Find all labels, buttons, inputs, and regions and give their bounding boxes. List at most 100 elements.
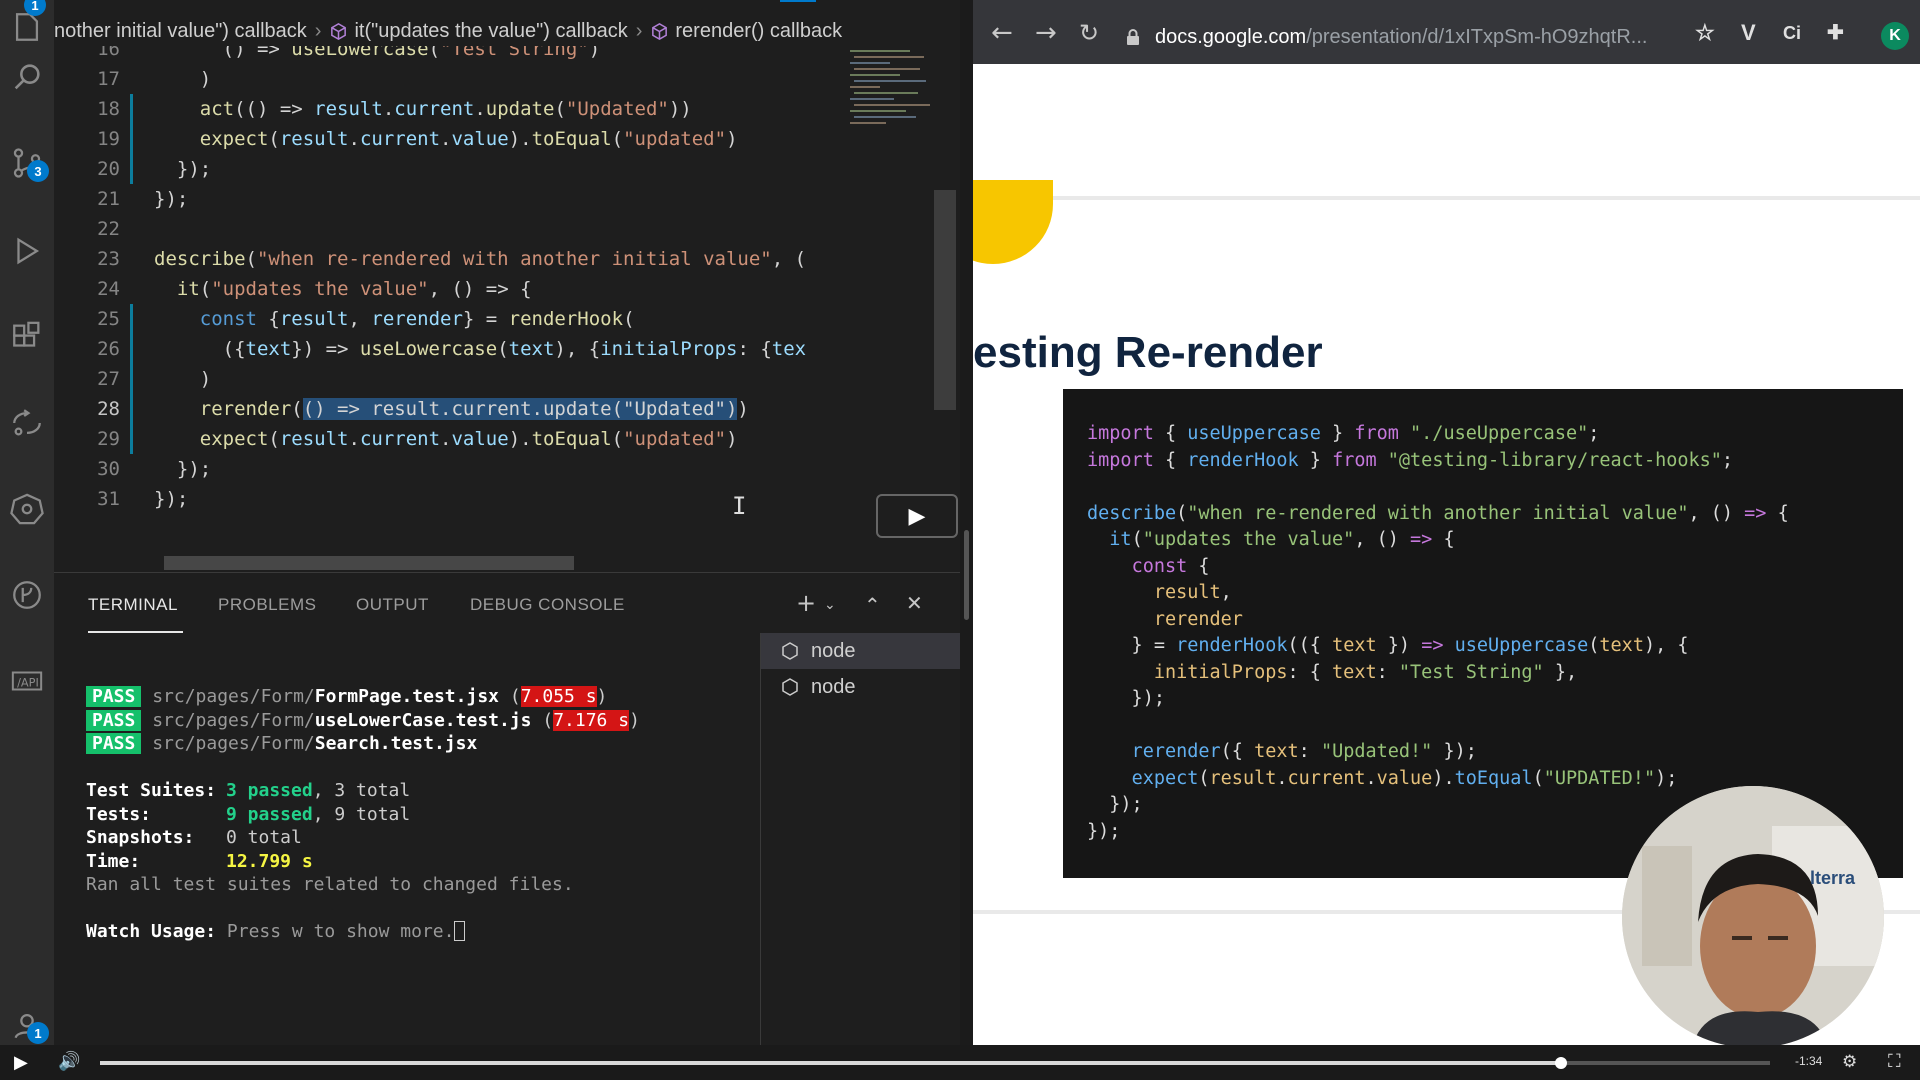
- summary-label: Test Suites:: [86, 780, 217, 801]
- video-play-overlay-button[interactable]: ▶: [876, 494, 958, 538]
- remote-explorer-icon[interactable]: [0, 396, 54, 450]
- slide-code-text: import { useUppercase } from "./useUpper…: [1087, 421, 1789, 845]
- video-progress-handle[interactable]: [1555, 1057, 1568, 1069]
- search-icon[interactable]: [0, 50, 54, 104]
- settings-gear-icon[interactable]: ⚙: [1842, 1052, 1857, 1072]
- divider-handle[interactable]: [964, 530, 969, 620]
- run-debug-icon[interactable]: [0, 224, 54, 278]
- active-tab-underline: [88, 631, 183, 633]
- star-icon[interactable]: ☆: [1695, 22, 1715, 44]
- line-number: 28: [97, 398, 120, 420]
- code-line[interactable]: 28 rerender(() => result.current.update(…: [54, 394, 844, 424]
- code-text: act(() => result.current.update("Updated…: [199, 98, 692, 120]
- test-file-dir: src/pages/Form/: [152, 686, 315, 707]
- breadcrumb-item[interactable]: rerender() callback: [675, 20, 842, 43]
- code-text: const {result, rerender} = renderHook(: [199, 308, 635, 330]
- url-host: docs.google.com: [1155, 25, 1307, 48]
- summary-label: Time:: [86, 850, 141, 872]
- code-line[interactable]: 30 });: [54, 454, 844, 484]
- method-cube-icon: [652, 22, 668, 40]
- code-line[interactable]: 21});: [54, 184, 844, 214]
- breadcrumb-item[interactable]: nother initial value") callback: [54, 20, 307, 43]
- code-line[interactable]: 19 expect(result.current.value).toEqual(…: [54, 124, 844, 154]
- chevron-down-icon[interactable]: ⌄: [824, 597, 836, 613]
- snapshots-value: 0 total: [226, 827, 302, 848]
- code-line[interactable]: 17 ): [54, 64, 844, 94]
- code-editor[interactable]: 16 () => useLowercase("Test String") 17 )…: [54, 46, 844, 570]
- slide-code-line: } = renderHook(({ text }) => useUppercas…: [1087, 635, 1689, 656]
- watch-text: Press w to show more.: [226, 921, 455, 942]
- url-bar[interactable]: docs.google.com/presentation/d/1xITxpSm-…: [1125, 18, 1685, 56]
- git-graph-icon[interactable]: [0, 568, 54, 622]
- code-line[interactable]: 26 ({text}) => useLowercase(text), {init…: [54, 334, 844, 364]
- volume-icon[interactable]: 🔊: [58, 1051, 80, 1072]
- tab-output[interactable]: OUTPUT: [356, 595, 429, 615]
- profile-avatar[interactable]: K: [1881, 22, 1909, 50]
- code-line[interactable]: 27 ): [54, 364, 844, 394]
- suites-passed: 3 passed: [226, 780, 313, 801]
- slide-title: esting Re-render: [973, 328, 1323, 377]
- code-line[interactable]: 22: [54, 214, 844, 244]
- terminal-instance[interactable]: node: [761, 633, 960, 669]
- minimap[interactable]: [846, 46, 936, 146]
- kubernetes-icon[interactable]: [0, 482, 54, 536]
- breadcrumb-item[interactable]: it("updates the value") callback: [354, 20, 627, 43]
- source-control-icon[interactable]: 3: [0, 136, 54, 190]
- reload-icon[interactable]: ↻: [1079, 20, 1099, 46]
- vscode-window: 1 3 /API 1 nother initial value") callba…: [0, 0, 960, 1045]
- terminal-instance-list: node node: [760, 633, 960, 1045]
- code-text: });: [154, 188, 189, 210]
- terminal-instance-label: node: [811, 640, 856, 662]
- code-line[interactable]: 29 expect(result.current.value).toEqual(…: [54, 424, 844, 454]
- line-number: 25: [97, 308, 120, 330]
- terminal-instance[interactable]: node: [761, 669, 960, 705]
- code-text: it("updates the value", () => {: [176, 278, 532, 300]
- slide-code-line: expect(result.current.value).toEqual("UP…: [1131, 767, 1678, 789]
- summary-line: Tests: 9 passed, 9 total: [86, 803, 640, 827]
- slide-code-line: rerender({ text: "Updated!" });: [1131, 741, 1477, 762]
- api-icon[interactable]: /API: [0, 654, 54, 708]
- slide-code-line: import { useUppercase } from "./useUpper…: [1087, 423, 1600, 444]
- code-line[interactable]: 31});: [54, 484, 844, 514]
- fullscreen-icon[interactable]: ⛶: [1888, 1051, 1901, 1072]
- tab-terminal[interactable]: TERMINAL: [88, 595, 178, 615]
- extension-ci-icon[interactable]: Ci: [1783, 22, 1801, 44]
- webcam-overlay: lterra: [1622, 786, 1884, 1048]
- slide-code-line: const {: [1131, 555, 1210, 577]
- code-line[interactable]: 20 });: [54, 154, 844, 184]
- code-line[interactable]: 16 () => useLowercase("Test String"): [54, 46, 844, 64]
- svg-text:/API: /API: [17, 676, 39, 690]
- code-line[interactable]: 25 const {result, rerender} = renderHook…: [54, 304, 844, 334]
- method-cube-icon: [331, 22, 347, 40]
- vimium-extension-icon[interactable]: V: [1741, 22, 1756, 44]
- accounts-icon[interactable]: 1: [0, 998, 54, 1045]
- tab-debug-console[interactable]: DEBUG CONSOLE: [470, 595, 625, 615]
- git-modified-marker: [130, 94, 133, 184]
- tab-problems[interactable]: PROBLEMS: [218, 595, 316, 615]
- panel-tabs: TERMINAL PROBLEMS OUTPUT DEBUG CONSOLE +…: [54, 573, 960, 637]
- code-text: rerender(() => result.current.update("Up…: [199, 398, 749, 420]
- code-line[interactable]: 18 act(() => result.current.update("Upda…: [54, 94, 844, 124]
- editor-vertical-scrollbar[interactable]: [934, 190, 956, 410]
- terminal-cursor: [454, 921, 466, 941]
- terminal-output[interactable]: PASS src/pages/Form/FormPage.test.jsx (7…: [86, 685, 640, 944]
- close-icon[interactable]: ✕: [906, 591, 923, 615]
- video-progress-bar[interactable]: [100, 1057, 1770, 1069]
- line-number: 29: [97, 428, 120, 450]
- slide-code-line: result,: [1153, 582, 1232, 603]
- puzzle-icon[interactable]: ✚: [1827, 22, 1844, 44]
- forward-icon[interactable]: →: [1035, 20, 1057, 46]
- time-remaining: -1:34: [1795, 1054, 1823, 1068]
- editor-horizontal-scrollbar[interactable]: [164, 556, 574, 570]
- explorer-icon[interactable]: 1: [0, 0, 54, 54]
- play-icon[interactable]: ▶: [14, 1052, 28, 1073]
- code-line[interactable]: 23 describe("when re-rendered with anothe…: [54, 244, 844, 274]
- pass-badge: PASS: [86, 733, 142, 754]
- maximize-panel-icon[interactable]: ⌃: [864, 593, 881, 617]
- new-terminal-icon[interactable]: +: [796, 589, 817, 617]
- back-icon[interactable]: ←: [991, 20, 1013, 46]
- code-text: ): [154, 368, 212, 390]
- test-file-name: useLowerCase.test.js: [314, 709, 532, 731]
- extensions-icon[interactable]: [0, 310, 54, 364]
- code-line[interactable]: 24 it("updates the value", () => {: [54, 274, 844, 304]
